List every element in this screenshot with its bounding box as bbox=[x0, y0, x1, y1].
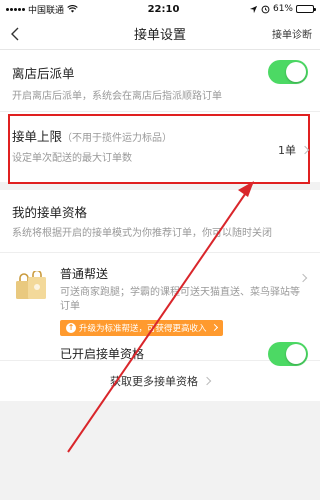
dispatch-desc: 开启离店后派单，系统会在离店后指派顺路订单 bbox=[12, 91, 222, 102]
arrow-up-icon: ↑ bbox=[66, 322, 76, 333]
enabled-row: 已开启接单资格 bbox=[60, 341, 308, 366]
get-more-qualifications-link[interactable]: 获取更多接单资格 bbox=[0, 360, 320, 401]
chevron-right-icon bbox=[202, 376, 212, 385]
normal-delivery-title: 普通帮送 bbox=[60, 266, 109, 281]
highlight-box bbox=[8, 114, 310, 184]
upgrade-text: 升级为标准帮送，可获得更高收入 bbox=[79, 323, 207, 334]
back-button[interactable] bbox=[0, 18, 30, 50]
dispatch-toggle[interactable] bbox=[268, 60, 308, 84]
enabled-label: 已开启接单资格 bbox=[60, 347, 145, 361]
status-time: 22:10 bbox=[147, 3, 180, 15]
normal-delivery-card[interactable]: 普通帮送 可送商家跑腿；学霸的课程可送天猫直送、菜鸟驿站等订单 ↑ 升级为标准帮… bbox=[0, 252, 320, 366]
qualification-section: 我的接单资格 系统将根据开启的接单模式为你推荐订单，你可以随时关闭 bbox=[0, 190, 320, 253]
limit-value-text: 1单 bbox=[278, 144, 296, 157]
battery-icon bbox=[296, 5, 316, 13]
upgrade-badge[interactable]: ↑ 升级为标准帮送，可获得更高收入 bbox=[60, 319, 223, 336]
shopping-bags-icon bbox=[16, 270, 46, 299]
chevron-left-icon bbox=[11, 27, 19, 40]
carrier-label: 中国联通 bbox=[28, 5, 65, 16]
order-limit-row[interactable]: 接单上限（不用于揽件运力标品） 设定单次配送的最大订单数 1单 bbox=[0, 112, 320, 190]
toggle-knob bbox=[286, 62, 306, 82]
dispatch-after-leave-section: 离店后派单 开启离店后派单，系统会在离店后指派顺路订单 bbox=[0, 50, 320, 112]
chevron-right-icon bbox=[210, 323, 218, 332]
signal-icon bbox=[6, 7, 25, 11]
battery-percent: 61% bbox=[272, 4, 293, 14]
status-right: 61% bbox=[249, 4, 316, 14]
dispatch-title: 离店后派单 bbox=[12, 65, 75, 81]
nav-bar: 接单设置 接单诊断 bbox=[0, 18, 320, 50]
chevron-right-icon bbox=[300, 145, 310, 155]
alarm-icon bbox=[261, 5, 270, 13]
qualification-title: 我的接单资格 bbox=[12, 205, 88, 220]
location-icon bbox=[249, 5, 258, 13]
diagnose-button[interactable]: 接单诊断 bbox=[272, 26, 320, 41]
status-left: 中国联通 bbox=[6, 3, 78, 16]
wifi-icon bbox=[67, 5, 78, 13]
limit-value: 1单 bbox=[278, 142, 310, 158]
more-label: 获取更多接单资格 bbox=[110, 374, 198, 388]
qualification-toggle[interactable] bbox=[268, 341, 308, 366]
toggle-knob bbox=[286, 343, 306, 364]
status-bar: 中国联通 22:10 61% bbox=[0, 0, 320, 18]
qualification-desc: 系统将根据开启的接单模式为你推荐订单，你可以随时关闭 bbox=[12, 228, 272, 239]
normal-delivery-desc: 可送商家跑腿；学霸的课程可送天猫直送、菜鸟驿站等订单 bbox=[60, 286, 300, 313]
